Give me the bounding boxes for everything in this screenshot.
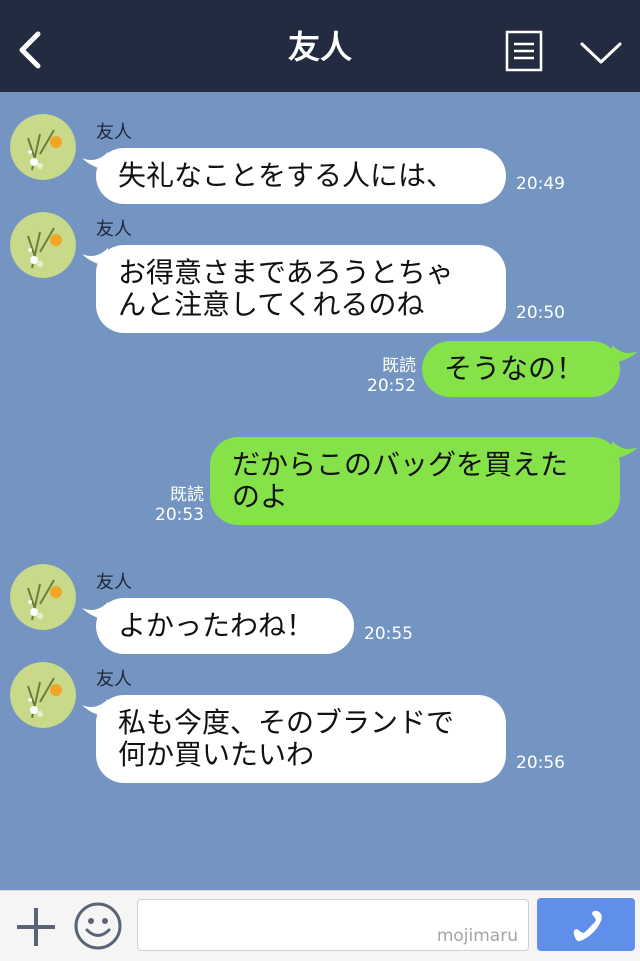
avatar[interactable] bbox=[10, 114, 76, 180]
bubble-tail bbox=[612, 441, 638, 459]
message-bubble[interactable]: お得意さまであろうとちゃ んと注意してくれるのね bbox=[96, 245, 506, 333]
call-button[interactable] bbox=[537, 898, 635, 951]
message-bubble[interactable]: 私も今度、そのブランドで 何か買いたいわ bbox=[96, 695, 506, 783]
message-time: 20:50 bbox=[516, 303, 565, 323]
message-bubble[interactable]: 失礼なことをする人には、 bbox=[96, 148, 506, 204]
chat-header: 友人 bbox=[0, 0, 640, 92]
message-time: 20:53 bbox=[155, 505, 204, 525]
message-time: 20:52 bbox=[367, 376, 416, 396]
message-bubble[interactable]: そうなの！ bbox=[422, 341, 620, 397]
plus-icon bbox=[17, 908, 55, 946]
sender-name: 友人 bbox=[96, 122, 132, 143]
chat-title: 友人 bbox=[287, 28, 352, 66]
read-receipt: 既読 bbox=[382, 356, 416, 376]
menu-button[interactable] bbox=[505, 30, 543, 72]
phone-icon bbox=[573, 910, 602, 942]
message-bubble[interactable]: だからこのバッグを買えた のよ bbox=[210, 437, 620, 525]
flower-avatar-icon bbox=[10, 662, 76, 728]
watermark-text: mojimaru bbox=[436, 926, 518, 946]
message-time: 20:55 bbox=[364, 624, 413, 644]
sender-name: 友人 bbox=[96, 669, 132, 690]
collapse-button[interactable] bbox=[578, 38, 624, 68]
message-time: 20:49 bbox=[516, 174, 565, 194]
sender-name: 友人 bbox=[96, 572, 132, 593]
avatar[interactable] bbox=[10, 662, 76, 728]
message-bubble[interactable]: よかったわね！ bbox=[96, 598, 354, 654]
avatar[interactable] bbox=[10, 212, 76, 278]
flower-avatar-icon bbox=[10, 114, 76, 180]
list-icon bbox=[505, 30, 543, 72]
attach-button[interactable] bbox=[14, 905, 58, 949]
chevron-down-icon bbox=[580, 42, 622, 64]
message-input[interactable]: mojimaru bbox=[137, 899, 529, 951]
avatar[interactable] bbox=[10, 564, 76, 630]
message-time: 20:56 bbox=[516, 753, 565, 773]
emoji-button[interactable] bbox=[73, 901, 123, 951]
flower-avatar-icon bbox=[10, 212, 76, 278]
sender-name: 友人 bbox=[96, 219, 132, 240]
flower-avatar-icon bbox=[10, 564, 76, 630]
read-receipt: 既読 bbox=[170, 485, 204, 505]
smiley-icon bbox=[74, 902, 122, 950]
bubble-tail bbox=[612, 345, 638, 363]
input-bar: mojimaru bbox=[0, 890, 640, 961]
